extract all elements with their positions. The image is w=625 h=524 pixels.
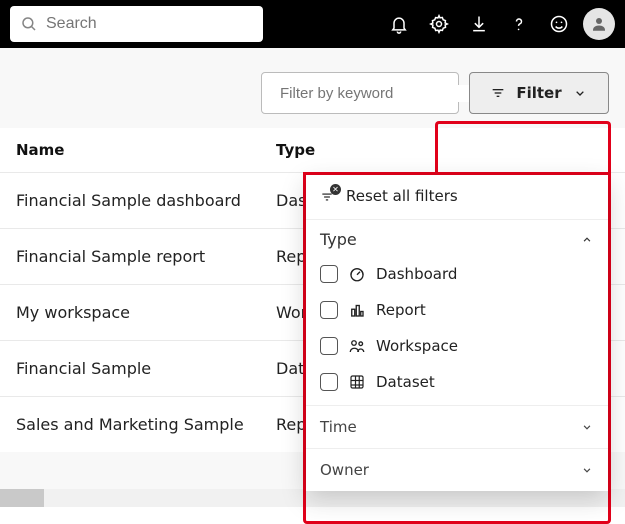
cell-name: Financial Sample report <box>16 247 276 266</box>
cell-name: My workspace <box>16 303 276 322</box>
option-label: Dashboard <box>376 265 457 283</box>
table-header-row: Name Type <box>0 128 625 172</box>
filter-option-dataset[interactable]: Dataset <box>314 373 600 391</box>
dataset-icon <box>348 373 366 391</box>
help-icon <box>509 14 529 34</box>
filter-section-label: Type <box>320 230 357 249</box>
workspace-icon <box>348 337 366 355</box>
report-icon <box>348 301 366 319</box>
filter-option-dashboard[interactable]: Dashboard <box>314 265 600 283</box>
global-search[interactable] <box>10 6 263 42</box>
filter-section-owner[interactable]: Owner <box>306 448 608 491</box>
reset-filter-icon: ✕ <box>320 187 338 205</box>
reset-filters-label: Reset all filters <box>346 187 458 205</box>
chevron-up-icon <box>580 233 594 247</box>
cell-name: Sales and Marketing Sample <box>16 415 276 434</box>
settings-button[interactable] <box>423 8 455 40</box>
filter-button[interactable]: Filter <box>469 72 609 114</box>
filter-panel: ✕ Reset all filters Type Dashboard Repo <box>306 175 608 491</box>
column-header-name[interactable]: Name <box>16 141 276 159</box>
checkbox[interactable] <box>320 301 338 319</box>
download-icon <box>469 14 489 34</box>
person-icon <box>590 15 608 33</box>
keyword-filter-input[interactable] <box>280 85 479 102</box>
checkbox[interactable] <box>320 265 338 283</box>
keyword-filter[interactable] <box>261 72 459 114</box>
horizontal-scrollbar[interactable] <box>0 489 625 507</box>
account-button[interactable] <box>583 8 615 40</box>
scrollbar-thumb[interactable] <box>0 489 44 507</box>
option-label: Workspace <box>376 337 458 355</box>
list-toolbar: Filter <box>0 48 625 128</box>
filter-option-report[interactable]: Report <box>314 301 600 319</box>
filter-button-label: Filter <box>516 84 561 102</box>
cell-name: Financial Sample dashboard <box>16 191 276 210</box>
filter-section-label: Owner <box>320 461 369 479</box>
feedback-button[interactable] <box>543 8 575 40</box>
topbar <box>0 0 625 48</box>
reset-filters-button[interactable]: ✕ Reset all filters <box>306 175 608 219</box>
checkbox[interactable] <box>320 337 338 355</box>
help-button[interactable] <box>503 8 535 40</box>
option-label: Dataset <box>376 373 435 391</box>
filter-section-time[interactable]: Time <box>306 405 608 448</box>
download-button[interactable] <box>463 8 495 40</box>
chevron-down-icon <box>580 463 594 477</box>
filter-icon <box>490 85 506 101</box>
dashboard-icon <box>348 265 366 283</box>
filter-section-type[interactable]: Type <box>306 219 608 259</box>
global-search-input[interactable] <box>46 15 253 33</box>
chevron-down-icon <box>572 85 588 101</box>
gear-icon <box>429 14 449 34</box>
filter-option-workspace[interactable]: Workspace <box>314 337 600 355</box>
filter-section-label: Time <box>320 418 357 436</box>
search-icon <box>20 15 38 33</box>
notifications-button[interactable] <box>383 8 415 40</box>
content-area: Filter Name Type Financial Sample dashbo… <box>0 48 625 507</box>
column-header-type[interactable]: Type <box>276 141 609 159</box>
bell-icon <box>389 14 409 34</box>
clear-badge-icon: ✕ <box>330 184 341 195</box>
option-label: Report <box>376 301 426 319</box>
cell-name: Financial Sample <box>16 359 276 378</box>
type-options: Dashboard Report Workspace <box>306 259 608 405</box>
chevron-down-icon <box>580 420 594 434</box>
checkbox[interactable] <box>320 373 338 391</box>
smiley-icon <box>549 14 569 34</box>
